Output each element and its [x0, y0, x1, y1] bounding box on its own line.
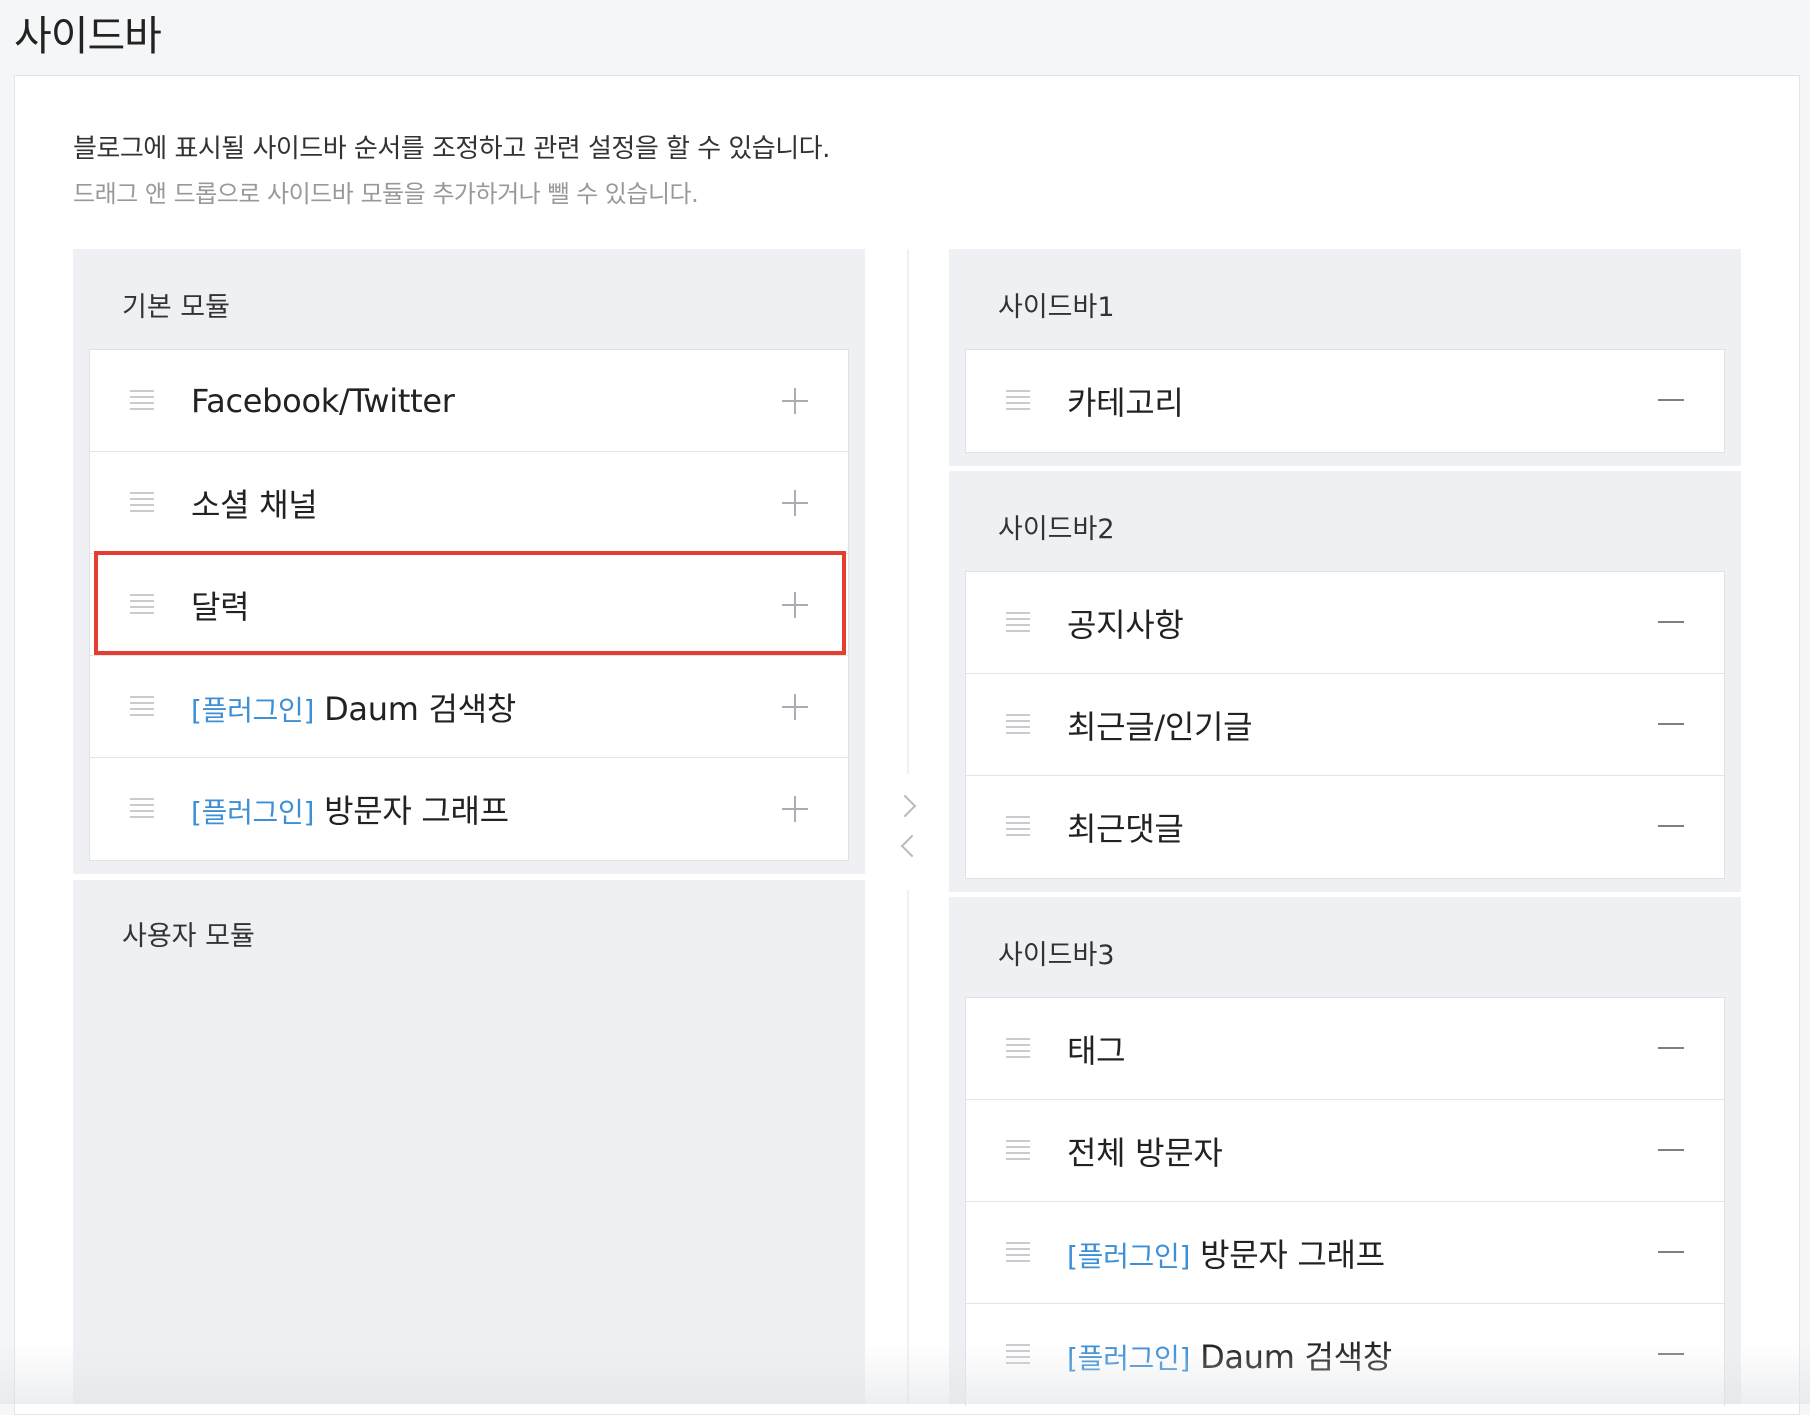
module-label: 달력 [191, 587, 250, 626]
page-title: 사이드바 [14, 12, 162, 60]
remove-icon[interactable] [1658, 399, 1684, 401]
user-modules-panel: 사용자 모듈 [73, 880, 865, 1404]
module-item-recent-popular[interactable]: 최근글/인기글 [966, 674, 1724, 776]
sidebar3-title: 사이드바3 [998, 940, 1115, 971]
remove-icon[interactable] [1658, 1251, 1684, 1253]
module-label: 최근댓글 [1067, 810, 1184, 848]
basic-modules-list: Facebook/Twitter 소셜 채널 달력 [플러그인] Daum 검색창… [89, 349, 849, 861]
remove-icon[interactable] [1658, 621, 1684, 623]
drag-handle-icon[interactable] [1006, 714, 1030, 734]
sidebar3-list: 태그 전체 방문자 [플러그인] 방문자 그래프 [플러그인] Daum 검색창 [965, 997, 1725, 1406]
add-icon[interactable] [782, 490, 808, 516]
module-item-calendar[interactable]: 달력 [90, 554, 848, 656]
module-item-notice[interactable]: 공지사항 [966, 572, 1724, 674]
module-item-total-visitors[interactable]: 전체 방문자 [966, 1100, 1724, 1202]
drag-handle-icon[interactable] [1006, 612, 1030, 632]
drag-handle-icon[interactable] [1006, 1242, 1030, 1262]
module-label: 카테고리 [1067, 384, 1184, 422]
add-icon[interactable] [782, 694, 808, 720]
module-item-visitor-graph[interactable]: [플러그인] 방문자 그래프 [90, 758, 848, 860]
module-item-daum-search[interactable]: [플러그인] Daum 검색창 [90, 656, 848, 758]
drag-handle-icon[interactable] [1006, 1038, 1030, 1058]
module-label: [플러그인] 방문자 그래프 [191, 792, 509, 830]
drag-handle-icon[interactable] [1006, 816, 1030, 836]
drag-handle-icon[interactable] [1006, 1344, 1030, 1364]
sidebar1-panel: 사이드바1 카테고리 [949, 249, 1741, 466]
drag-handle-icon[interactable] [130, 594, 154, 614]
sidebar2-list: 공지사항 최근글/인기글 최근댓글 [965, 571, 1725, 879]
module-label: [플러그인] Daum 검색창 [1067, 1338, 1392, 1376]
module-item-category[interactable]: 카테고리 [966, 350, 1724, 452]
basic-modules-title: 기본 모듈 [122, 292, 230, 323]
column-divider-top [907, 249, 909, 774]
page-description: 블로그에 표시될 사이드바 순서를 조정하고 관련 설정을 할 수 있습니다. [73, 134, 830, 164]
add-icon[interactable] [782, 388, 808, 414]
module-item-visitor-graph[interactable]: [플러그인] 방문자 그래프 [966, 1202, 1724, 1304]
plugin-tag: [플러그인] [191, 796, 315, 829]
remove-icon[interactable] [1658, 1353, 1684, 1355]
module-label: 소셜 채널 [191, 485, 318, 524]
plugin-tag: [플러그인] [191, 693, 315, 727]
module-item-daum-search[interactable]: [플러그인] Daum 검색창 [966, 1304, 1724, 1406]
basic-modules-panel: 기본 모듈 Facebook/Twitter 소셜 채널 달력 [플러그인] Da… [73, 249, 865, 874]
user-modules-title: 사용자 모듈 [122, 921, 255, 952]
module-item-tag[interactable]: 태그 [966, 998, 1724, 1100]
sidebar2-panel: 사이드바2 공지사항 최근글/인기글 최근댓글 [949, 471, 1741, 892]
module-item-facebook-twitter[interactable]: Facebook/Twitter [90, 350, 848, 452]
drag-handle-icon[interactable] [1006, 1140, 1030, 1160]
plugin-tag: [플러그인] [1067, 1342, 1191, 1375]
drag-handle-icon[interactable] [130, 390, 154, 410]
sidebar2-title: 사이드바2 [998, 514, 1115, 545]
plugin-tag: [플러그인] [1067, 1239, 1191, 1273]
add-icon[interactable] [782, 592, 808, 618]
drag-handle-icon[interactable] [130, 798, 154, 818]
sidebar3-panel: 사이드바3 태그 전체 방문자 [플러그인] 방문자 그래프 [플러그인] Daum… [949, 897, 1741, 1406]
module-label: [플러그인] 방문자 그래프 [1067, 1235, 1385, 1274]
sidebar1-list: 카테고리 [965, 349, 1725, 453]
module-label: Facebook/Twitter [191, 381, 455, 420]
drag-handle-icon[interactable] [1006, 390, 1030, 410]
remove-icon[interactable] [1658, 1047, 1684, 1049]
module-label: 전체 방문자 [1067, 1133, 1223, 1172]
drag-handle-icon[interactable] [130, 696, 154, 716]
drag-handle-icon[interactable] [130, 492, 154, 512]
page-subdescription: 드래그 앤 드롭으로 사이드바 모듈을 추가하거나 뺄 수 있습니다. [73, 180, 699, 208]
module-label: 태그 [1067, 1031, 1126, 1070]
sidebar1-title: 사이드바1 [998, 292, 1115, 323]
remove-icon[interactable] [1658, 723, 1684, 725]
remove-icon[interactable] [1658, 825, 1684, 827]
remove-icon[interactable] [1658, 1149, 1684, 1151]
add-icon[interactable] [782, 796, 808, 822]
column-divider-bottom [907, 890, 909, 1404]
module-label: [플러그인] Daum 검색창 [191, 689, 516, 728]
module-item-recent-comments[interactable]: 최근댓글 [966, 776, 1724, 878]
module-label: 공지사항 [1067, 605, 1184, 644]
module-label: 최근글/인기글 [1067, 707, 1253, 746]
module-item-social-channel[interactable]: 소셜 채널 [90, 452, 848, 554]
